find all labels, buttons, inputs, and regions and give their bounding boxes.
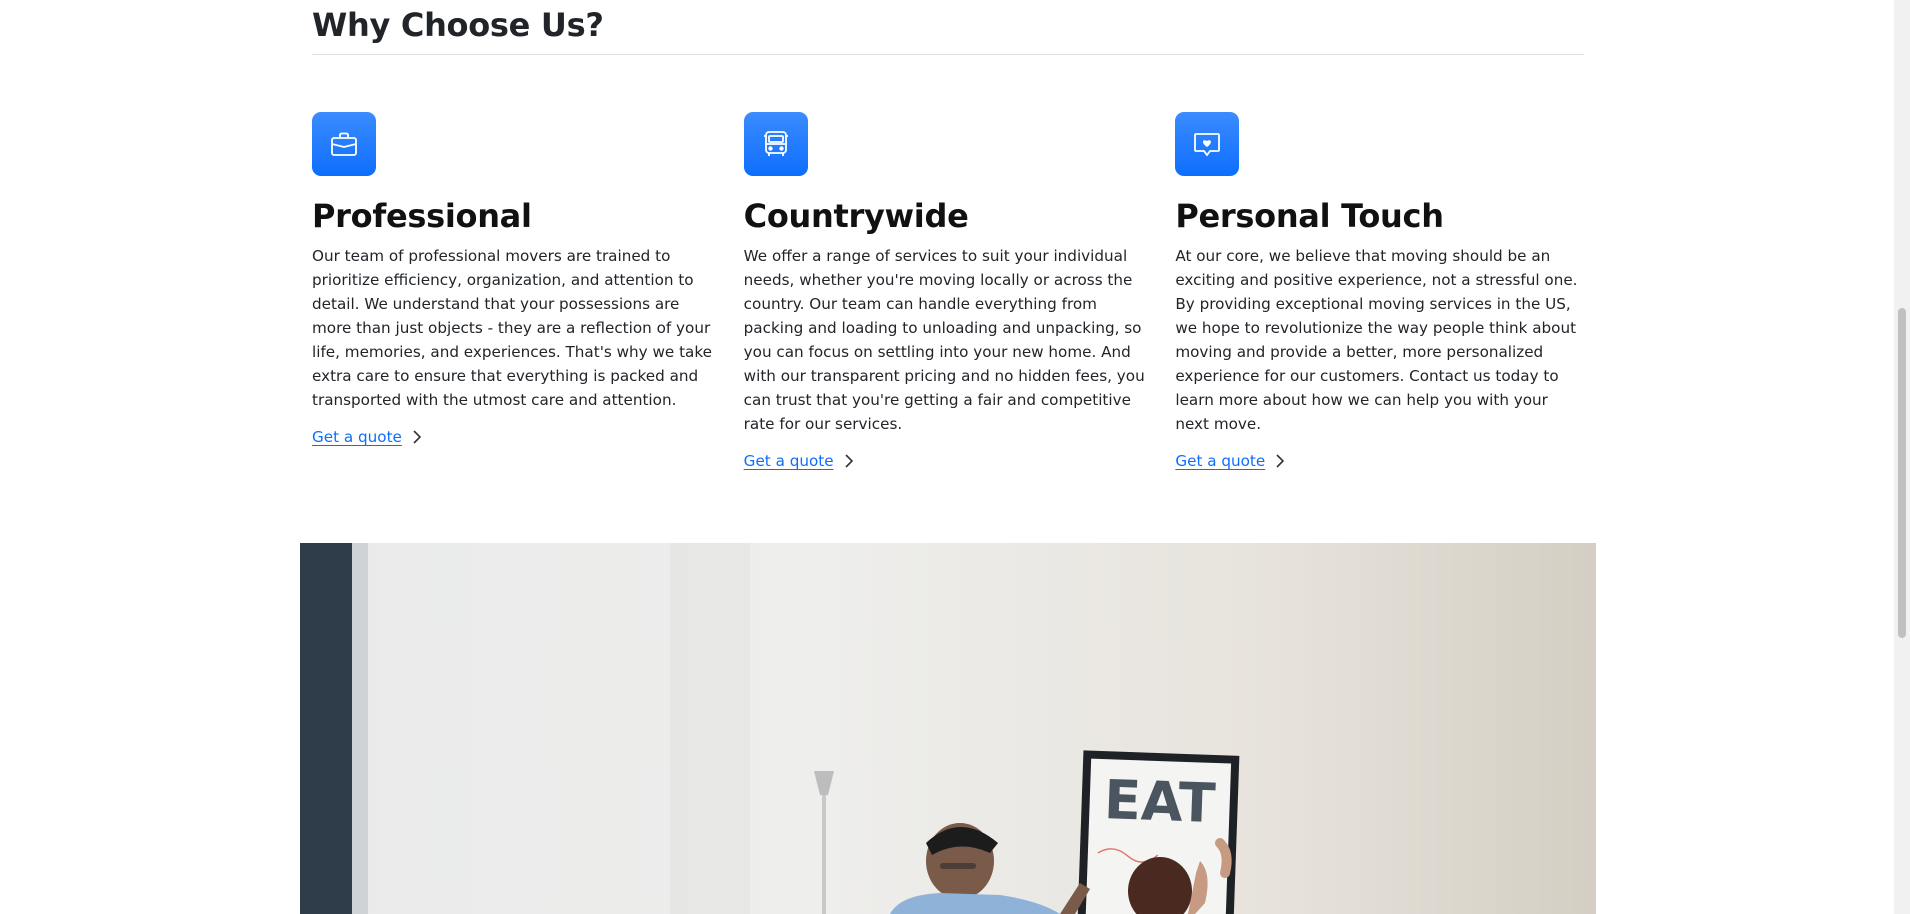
couple-hanging-poster-illustration: EAT: [300, 543, 1240, 914]
get-quote-label: Get a quote: [743, 452, 834, 470]
poster-text: EAT: [1103, 768, 1217, 835]
section-title: Why Choose Us?: [312, 6, 604, 44]
feature-title: Countrywide: [743, 197, 969, 235]
page: Why Choose Us? Professional Our team of …: [0, 0, 1894, 914]
feature-professional: Professional Our team of professional mo…: [312, 112, 721, 471]
bus-icon: [743, 112, 808, 176]
get-quote-link[interactable]: Get a quote: [744, 452, 854, 470]
get-quote-link[interactable]: Get a quote: [1175, 452, 1285, 470]
feature-title: Professional: [312, 197, 532, 235]
get-quote-link[interactable]: Get a quote: [312, 428, 422, 446]
feature-description: We offer a range of services to suit you…: [743, 247, 1145, 433]
get-quote-label: Get a quote: [1175, 452, 1266, 470]
chevron-right-icon: [413, 430, 422, 444]
get-quote-label: Get a quote: [312, 428, 402, 446]
features-row: Professional Our team of professional mo…: [312, 112, 1584, 471]
feature-description: Our team of professional movers are trai…: [312, 247, 712, 409]
scrollbar-thumb[interactable]: [1898, 308, 1906, 638]
briefcase-icon: [312, 112, 376, 176]
chevron-right-icon: [1276, 454, 1285, 468]
section-divider: [312, 54, 1584, 55]
chevron-right-icon: [844, 454, 853, 468]
vertical-scrollbar[interactable]: [1894, 0, 1910, 914]
feature-countrywide: Countrywide We offer a range of services…: [743, 112, 1153, 471]
hero-photo: EAT: [300, 543, 1596, 914]
feature-title: Personal Touch: [1175, 197, 1444, 235]
chat-heart-icon: [1175, 112, 1240, 176]
feature-personal-touch: Personal Touch At our core, we believe t…: [1175, 112, 1584, 471]
feature-description: At our core, we believe that moving shou…: [1175, 247, 1578, 433]
